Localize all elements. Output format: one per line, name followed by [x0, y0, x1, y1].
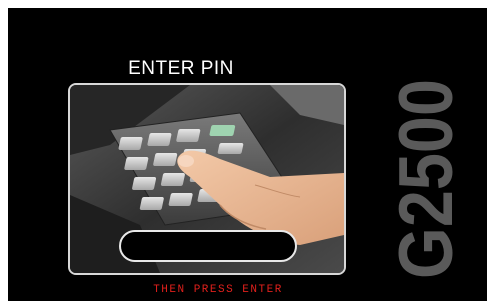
- model-watermark: G2500: [386, 79, 466, 279]
- page-title: ENTER PIN: [128, 58, 234, 79]
- model-watermark-text: G2500: [386, 79, 466, 279]
- pin-input[interactable]: [119, 230, 297, 262]
- atm-screen: ENTER PIN G2500 THEN PRESS ENTER: [8, 8, 487, 301]
- footer-prompt: THEN PRESS ENTER: [153, 284, 283, 296]
- keypad-photo: [68, 83, 346, 275]
